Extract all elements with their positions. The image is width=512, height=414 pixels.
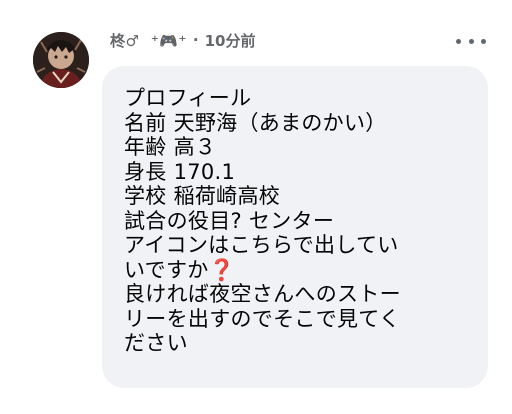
message-line-text: いですか: [124, 257, 209, 282]
message-line: 名前 天野海（あまのかい）: [124, 110, 387, 135]
message-line: 良ければ夜空さんへのストー: [124, 282, 401, 306]
message-line: アイコンはこちらで出してい: [124, 233, 399, 257]
message-line: 年齢 高３: [124, 135, 217, 159]
message-bubble: プロフィール 名前 天野海（あまのかい） 年齢 高３ 身長 170.1 学校 稲…: [102, 66, 488, 388]
message-line: 学校 稲荷崎高校: [124, 184, 281, 208]
message-line: 身長 170.1: [124, 159, 236, 184]
message-line-with-emoji: いですか❓: [124, 258, 470, 283]
more-dot: [456, 38, 461, 44]
post-header: 柊♂︎︎︎︎︎︎ ︎︎︎︎︎ ︎︎⁺🎮⁺ · 10分前: [0, 0, 512, 88]
author-name[interactable]: 柊♂︎︎︎︎︎︎ ︎︎︎︎︎ ︎︎⁺🎮⁺: [110, 30, 187, 51]
timestamp[interactable]: 10分前: [205, 30, 256, 51]
meta-separator: ·: [192, 31, 199, 49]
more-options-icon[interactable]: [456, 34, 486, 48]
message-line: ださい: [124, 331, 188, 355]
more-dot: [468, 38, 474, 44]
message-line: リーを出すのでそこで見てく: [124, 306, 401, 331]
message-line: 試合の役目? センター: [124, 208, 335, 233]
avatar[interactable]: [33, 32, 89, 88]
more-dot: [481, 38, 486, 44]
question-mark-emoji-icon: ❓: [208, 257, 236, 282]
message-line: プロフィール: [124, 86, 252, 110]
author-decoration: ⁺🎮⁺: [150, 31, 187, 50]
post-meta: 柊♂︎︎︎︎︎︎ ︎︎︎︎︎ ︎︎⁺🎮⁺ · 10分前: [110, 28, 256, 52]
author-name-text: 柊♂︎︎︎︎︎︎ ︎︎︎︎︎ ︎︎: [110, 31, 151, 50]
avatar-image: [33, 32, 89, 88]
